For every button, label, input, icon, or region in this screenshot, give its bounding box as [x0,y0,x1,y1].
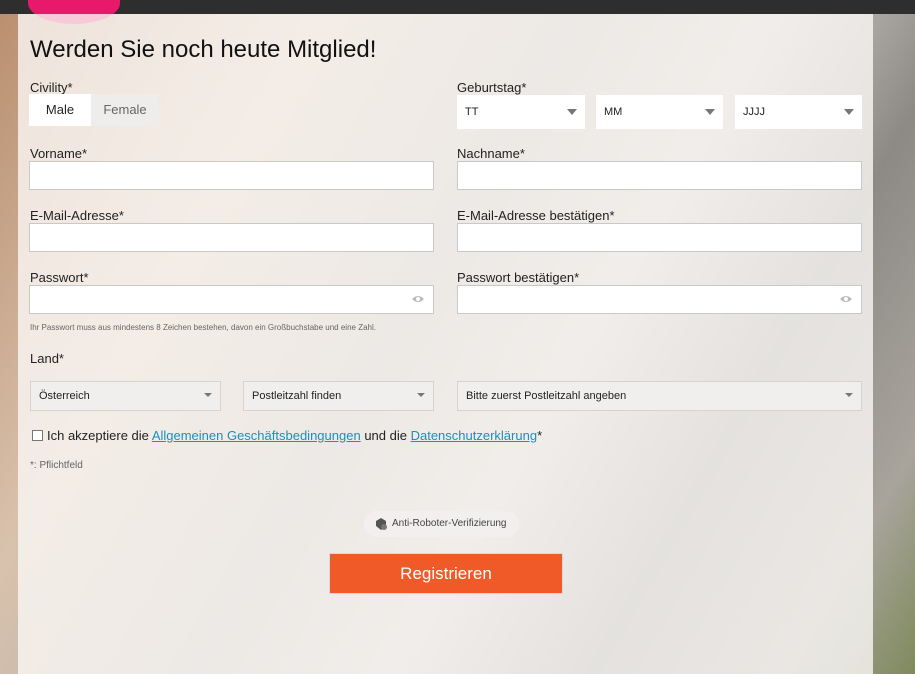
privacy-link[interactable]: Datenschutzerklärung [411,428,537,443]
chevron-down-icon [204,393,212,397]
password-label: Passwort* [30,270,89,285]
birthday-year-value: JJJJ [743,106,765,118]
postal-code-select[interactable]: Postleitzahl finden [243,381,434,411]
email-label: E-Mail-Adresse* [30,208,124,223]
eye-icon[interactable] [411,294,425,304]
consent-suffix: * [537,428,543,443]
password-confirm-field[interactable] [457,285,862,314]
first-name-label: Vorname* [30,146,88,161]
chevron-down-icon [567,109,577,115]
chevron-down-icon [417,393,425,397]
captcha-label: Anti-Roboter-Verifizierung [392,518,507,529]
consent-middle: und die [364,428,407,443]
birthday-day-value: TT [465,106,479,118]
shield-icon [376,518,387,530]
password-hint: Ihr Passwort muss aus mindestens 8 Zeich… [30,323,376,332]
required-note: *: Pflichtfeld [30,460,83,471]
birthday-day-select[interactable]: TT [457,95,585,129]
civility-male-button[interactable]: Male [29,94,91,126]
last-name-label: Nachname* [457,146,525,161]
city-value: Bitte zuerst Postleitzahl angeben [466,390,627,402]
email-field[interactable] [29,223,434,252]
terms-checkbox[interactable] [32,430,43,441]
email-confirm-field[interactable] [457,223,862,252]
consent-prefix: Ich akzeptiere die [47,428,149,443]
top-bar [0,0,915,14]
birthday-year-select[interactable]: JJJJ [735,95,862,129]
country-value: Österreich [39,390,90,402]
eye-icon[interactable] [839,294,853,304]
chevron-down-icon [705,109,715,115]
civility-label: Civility* [30,80,73,95]
country-label: Land* [30,351,64,366]
terms-consent-text: Ich akzeptiere die Allgemeinen Geschäfts… [47,428,542,443]
register-button[interactable]: Registrieren [329,553,563,594]
password-confirm-label: Passwort bestätigen* [457,270,580,285]
chevron-down-icon [844,109,854,115]
page-title: Werden Sie noch heute Mitglied! [30,36,377,63]
terms-link[interactable]: Allgemeinen Geschäftsbedingungen [152,428,361,443]
registration-panel: Werden Sie noch heute Mitglied! Civility… [18,14,873,674]
email-confirm-label: E-Mail-Adresse bestätigen* [457,208,615,223]
birthday-month-select[interactable]: MM [596,95,723,129]
city-select[interactable]: Bitte zuerst Postleitzahl angeben [457,381,862,411]
last-name-field[interactable] [457,161,862,190]
birthday-month-value: MM [604,106,623,118]
country-select[interactable]: Österreich [30,381,221,411]
chevron-down-icon [845,393,853,397]
postal-code-value: Postleitzahl finden [252,390,342,402]
birthday-label: Geburtstag* [457,80,527,95]
first-name-field[interactable] [29,161,434,190]
password-field[interactable] [29,285,434,314]
captcha-badge[interactable]: Anti-Roboter-Verifizierung [364,511,519,537]
civility-female-button[interactable]: Female [91,94,159,126]
